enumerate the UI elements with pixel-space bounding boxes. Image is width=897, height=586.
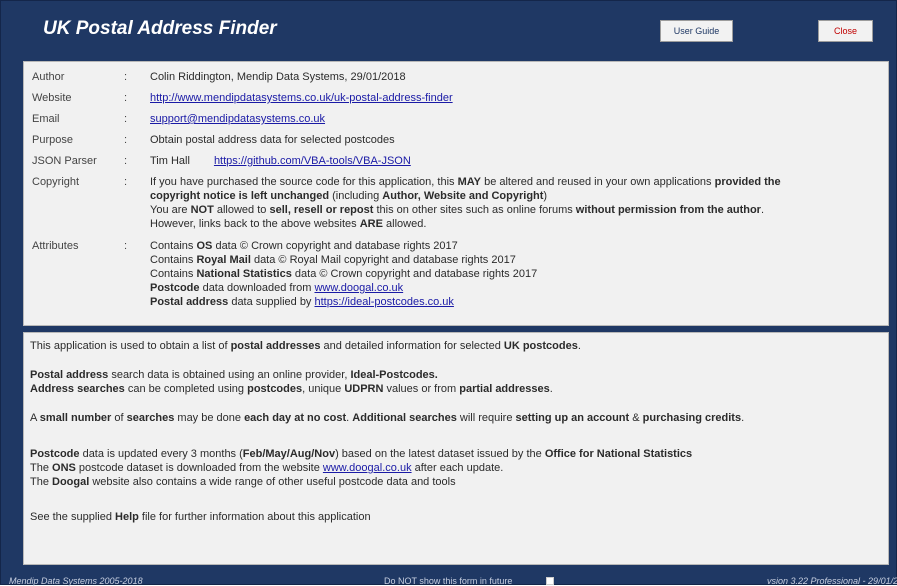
description-panel: This application is used to obtain a lis… [23,332,889,565]
separator: : [124,155,128,167]
app-title: UK Postal Address Finder [43,18,277,39]
copyright-text: If you have purchased the source code fo… [150,176,781,230]
separator: : [124,71,128,83]
separator: : [124,134,128,146]
attributes-row: Attributes : Contains OS data © Crown co… [32,239,870,309]
json-parser-name: Tim Hall [150,155,190,167]
email-link[interactable]: support@mendipdatasystems.co.uk [150,113,325,125]
ideal-postcodes-link[interactable]: https://ideal-postcodes.co.uk [315,296,454,308]
purpose-row: Purpose : Obtain postal address data for… [32,133,870,147]
separator: : [124,113,128,125]
website-link[interactable]: http://www.mendipdatasystems.co.uk/uk-po… [150,92,453,104]
separator: : [124,240,128,252]
purpose-label: Purpose [32,134,73,146]
author-value: Colin Riddington, Mendip Data Systems, 2… [150,71,406,83]
doogal-link[interactable]: www.doogal.co.uk [314,282,403,294]
attributes-text: Contains OS data © Crown copyright and d… [150,240,538,308]
doogal-link[interactable]: www.doogal.co.uk [323,462,412,474]
copyright-label: Copyright [32,176,80,188]
description-line: The Doogal website also contains a wide … [30,476,456,488]
website-row: Website : http://www.mendipdatasystems.c… [32,91,870,105]
do-not-show-checkbox[interactable] [546,577,554,585]
description-line: A small number of searches may be done e… [30,412,745,424]
description-line: Address searches can be completed using … [30,383,553,395]
close-button[interactable]: Close [818,20,873,42]
user-guide-button[interactable]: User Guide [660,20,733,42]
attributes-label: Attributes [32,240,79,252]
separator: : [124,92,128,104]
json-parser-label: JSON Parser [32,155,97,167]
description-line: Postal address search data is obtained u… [30,369,438,381]
description-line: The ONS postcode dataset is downloaded f… [30,462,504,474]
description-line: This application is used to obtain a lis… [30,340,581,352]
email-label: Email [32,113,60,125]
author-label: Author [32,71,65,83]
description-line: See the supplied Help file for further i… [30,511,371,523]
author-row: Author : Colin Riddington, Mendip Data S… [32,70,870,84]
info-panel: Author : Colin Riddington, Mendip Data S… [23,61,889,326]
copyright-row: Copyright : If you have purchased the so… [32,175,870,231]
json-parser-row: JSON Parser : Tim Hall https://github.com… [32,154,870,168]
website-label: Website [32,92,72,104]
separator: : [124,176,128,188]
purpose-value: Obtain postal address data for selected … [150,134,395,146]
email-row: Email : support@mendipdatasystems.co.uk [32,112,870,126]
json-parser-link[interactable]: https://github.com/VBA-tools/VBA-JSON [214,155,411,167]
app-window: UK Postal Address Finder User Guide Clos… [0,0,897,586]
description-line: Postcode data is updated every 3 months … [30,448,693,460]
